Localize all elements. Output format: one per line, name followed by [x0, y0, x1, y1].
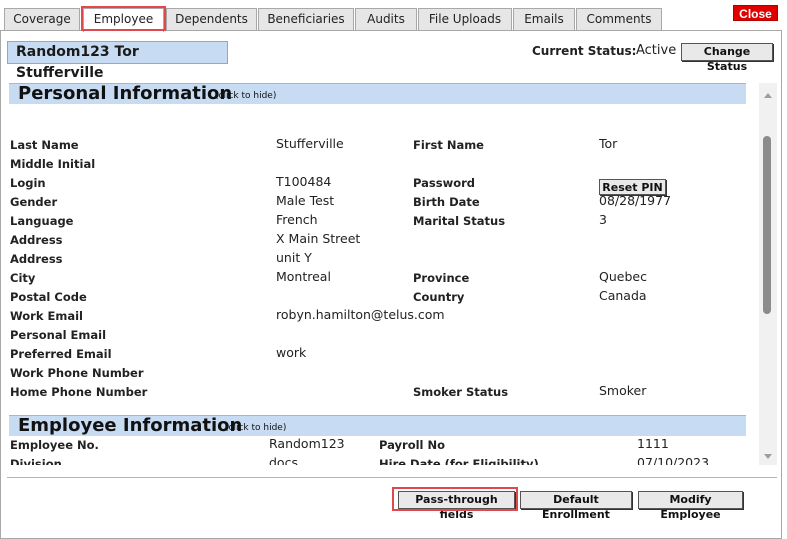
field-value: work	[276, 345, 307, 360]
tab-beneficiaries[interactable]: Beneficiaries	[258, 8, 354, 31]
field-row: Preferred Email work	[7, 344, 747, 363]
field-value: Random123	[269, 436, 345, 451]
field-label: Work Email	[10, 309, 83, 323]
field-label: City	[10, 271, 36, 285]
footer-divider	[7, 477, 777, 478]
modify-employee-button[interactable]: Modify Employee	[638, 491, 743, 521]
default-enrollment-button[interactable]: Default Enrollment	[520, 491, 632, 521]
current-status-label: Current Status:	[532, 44, 637, 58]
employee-info-header[interactable]: Employee Information (click to hide)	[9, 415, 746, 436]
field-label: Province	[413, 271, 470, 285]
field-value: Smoker	[599, 383, 647, 398]
field-label: Marital Status	[413, 214, 506, 228]
field-value: 3	[599, 212, 607, 227]
field-value: 07/10/2023	[637, 455, 710, 465]
field-value: Stufferville	[276, 136, 344, 151]
field-label: Last Name	[10, 138, 79, 152]
tab-comments[interactable]: Comments	[576, 8, 662, 31]
field-row: Personal Email	[7, 325, 747, 344]
field-label: Payroll No	[379, 438, 446, 452]
scroll-up-arrow[interactable]	[764, 93, 772, 98]
field-value: X Main Street	[276, 231, 361, 246]
employee-info-title: Employee Information	[18, 415, 243, 436]
employee-panel: Random123 Tor Stufferville Current Statu…	[0, 30, 782, 539]
field-label: Division	[10, 457, 62, 465]
scrollbar-thumb[interactable]	[763, 136, 771, 314]
field-label: Work Phone Number	[10, 366, 144, 380]
employee-details-scroll[interactable]: Personal Information (click to hide) Las…	[7, 83, 777, 465]
field-row: Address X Main Street	[7, 230, 747, 249]
field-row: Postal Code Country Canada	[7, 287, 747, 306]
employee-info-hide-link[interactable]: (click to hide)	[225, 423, 286, 433]
tab-audits[interactable]: Audits	[355, 8, 417, 31]
field-label: Postal Code	[10, 290, 87, 304]
tab-emails[interactable]: Emails	[513, 8, 575, 31]
tab-coverage[interactable]: Coverage	[4, 8, 80, 31]
field-label: Login	[10, 176, 46, 190]
field-label: Middle Initial	[10, 157, 96, 171]
field-value: 08/28/1977	[599, 193, 672, 208]
field-value: docs	[269, 455, 298, 465]
field-row: Home Phone Number Smoker Status Smoker	[7, 382, 747, 401]
field-value: Montreal	[276, 269, 331, 284]
field-label: Hire Date (for Eligibility)	[379, 457, 539, 465]
close-button[interactable]: Close	[733, 5, 778, 21]
field-row: Work Email robyn.hamilton@telus.com	[7, 306, 747, 325]
field-label: Password	[413, 176, 475, 190]
pass-through-fields-button[interactable]: Pass-through fields	[398, 491, 515, 521]
field-value: Canada	[599, 288, 647, 303]
change-status-button[interactable]: Change Status	[681, 43, 773, 73]
field-label: Employee No.	[10, 438, 99, 452]
field-label: Smoker Status	[413, 385, 509, 399]
field-value: French	[276, 212, 318, 227]
field-label: Address	[10, 252, 63, 266]
field-row: Employee No. Random123 Payroll No 1111	[7, 435, 747, 454]
field-value: robyn.hamilton@telus.com	[276, 307, 445, 322]
field-value: 1111	[637, 436, 669, 451]
employee-name-header: Random123 Tor Stufferville	[7, 41, 228, 81]
tab-file-uploads[interactable]: File Uploads	[418, 8, 512, 31]
field-value: unit Y	[276, 250, 312, 265]
field-value: Tor	[599, 136, 618, 151]
field-label: Address	[10, 233, 63, 247]
field-value: Quebec	[599, 269, 647, 284]
tab-employee[interactable]: Employee	[83, 8, 164, 32]
personal-info-title: Personal Information	[18, 83, 233, 104]
field-label: Birth Date	[413, 195, 480, 209]
tab-dependents[interactable]: Dependents	[166, 8, 257, 31]
field-label: Home Phone Number	[10, 385, 148, 399]
personal-info-header[interactable]: Personal Information (click to hide)	[9, 83, 746, 104]
field-value: Male Test	[276, 193, 335, 208]
field-row: Middle Initial	[7, 154, 747, 173]
field-row: Last Name Stufferville First Name Tor	[7, 135, 747, 154]
current-status-value: Active	[636, 43, 677, 58]
personal-info-hide-link[interactable]: (click to hide)	[215, 91, 276, 101]
field-row: Work Phone Number	[7, 363, 747, 382]
field-label: Personal Email	[10, 328, 107, 342]
field-row: Address unit Y	[7, 249, 747, 268]
field-row: City Montreal Province Quebec	[7, 268, 747, 287]
reset-pin-button[interactable]: Reset PIN	[599, 179, 666, 195]
field-value: T100484	[276, 174, 332, 189]
field-label: First Name	[413, 138, 484, 152]
field-row: Language French Marital Status 3	[7, 211, 747, 230]
vertical-scrollbar[interactable]	[759, 83, 777, 465]
scroll-down-arrow[interactable]	[764, 454, 772, 459]
field-label: Language	[10, 214, 74, 228]
field-label: Gender	[10, 195, 58, 209]
field-label: Country	[413, 290, 465, 304]
field-label: Preferred Email	[10, 347, 112, 361]
field-row: Division docs Hire Date (for Eligibility) 0…	[7, 454, 747, 465]
